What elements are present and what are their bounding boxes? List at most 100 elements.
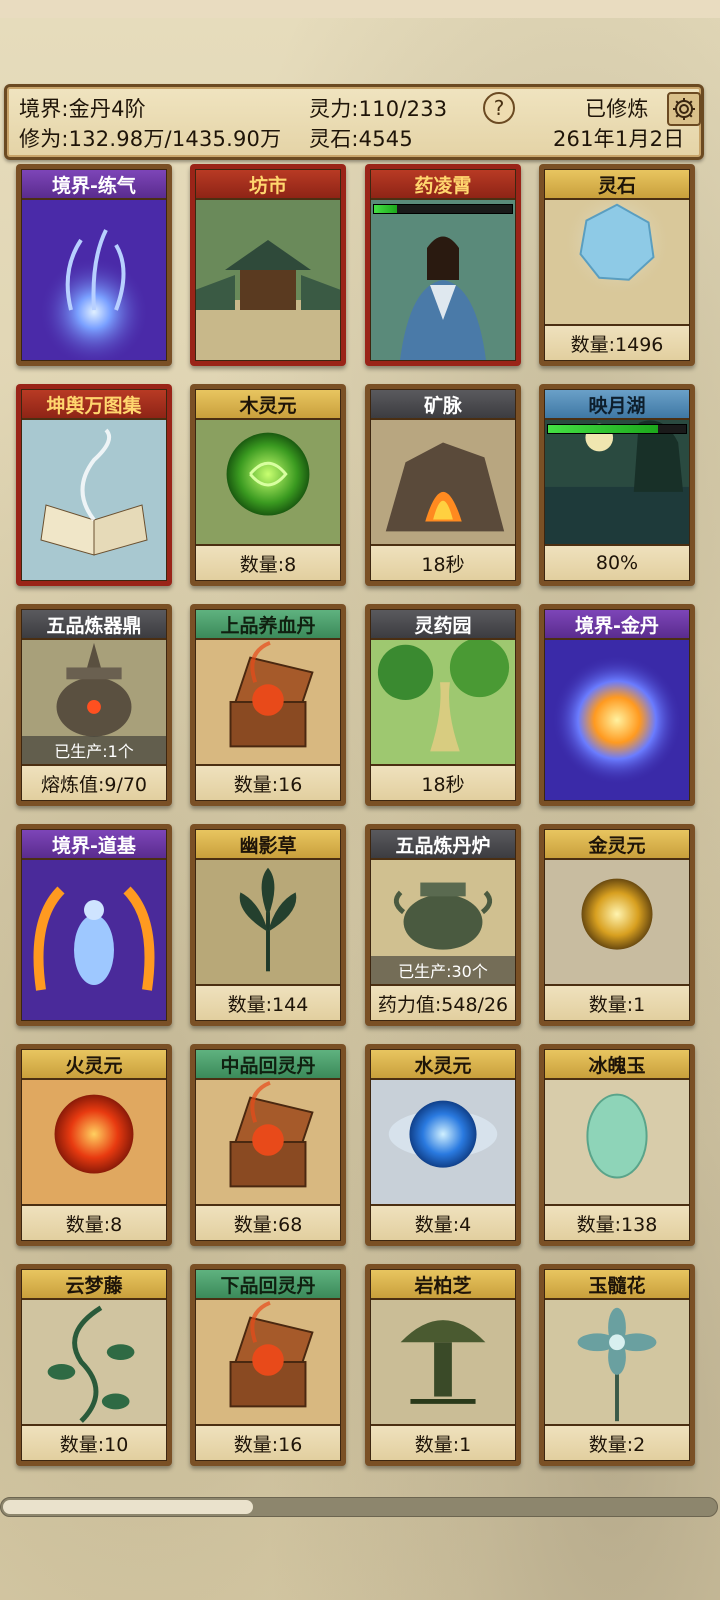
card-frame: 灵药园 18秒: [370, 609, 516, 801]
card-footer: 药力值:548/26: [371, 984, 515, 1020]
card-art-stone: [545, 200, 689, 324]
card-7[interactable]: 矿脉 18秒: [365, 384, 521, 586]
card-title: 境界-金丹: [545, 610, 689, 640]
card-footer: 18秒: [371, 544, 515, 580]
card-24[interactable]: 玉髓花 数量:2: [539, 1264, 695, 1466]
card-title: 药凌霄: [371, 170, 515, 200]
card-frame: 坊市: [195, 169, 341, 361]
card-art-book: [22, 420, 166, 580]
card-footer: 数量:10: [22, 1424, 166, 1460]
card-18[interactable]: 中品回灵丹 数量:68: [190, 1044, 346, 1246]
card-art-flower: [545, 1300, 689, 1424]
card-16[interactable]: 金灵元 数量:1: [539, 824, 695, 1026]
card-title: 境界-练气: [22, 170, 166, 200]
card-13[interactable]: 境界-道基: [16, 824, 172, 1026]
scrollbar-thumb[interactable]: [3, 1500, 253, 1514]
card-frame: 五品炼器鼎 已生产:1个 熔炼值:9/70: [21, 609, 167, 801]
card-6[interactable]: 木灵元数量:8: [190, 384, 346, 586]
card-9[interactable]: 五品炼器鼎 已生产:1个 熔炼值:9/70: [16, 604, 172, 806]
card-title: 木灵元: [196, 390, 340, 420]
card-art-garden: [371, 640, 515, 764]
card-title: 境界-道基: [22, 830, 166, 860]
card-art-fire-orb: [22, 1080, 166, 1204]
card-title: 幽影草: [196, 830, 340, 860]
card-title: 云梦藤: [22, 1270, 166, 1300]
card-20[interactable]: 冰魄玉数量:138: [539, 1044, 695, 1246]
card-art-mine: [371, 420, 515, 544]
card-title: 坤舆万图集: [22, 390, 166, 420]
card-title: 冰魄玉: [545, 1050, 689, 1080]
card-footer: 数量:8: [196, 544, 340, 580]
card-frame: 冰魄玉数量:138: [544, 1049, 690, 1241]
card-footer: 数量:16: [196, 1424, 340, 1460]
card-frame: 五品炼丹炉已生产:30个 药力值:548/26: [370, 829, 516, 1021]
card-art-gold-orb: [545, 860, 689, 984]
card-19[interactable]: 水灵元数量:4: [365, 1044, 521, 1246]
card-art-wood-orb: [196, 420, 340, 544]
card-17[interactable]: 火灵元数量:8: [16, 1044, 172, 1246]
card-2[interactable]: 坊市: [190, 164, 346, 366]
card-frame: 下品回灵丹数量:16: [195, 1269, 341, 1461]
card-footer: 18秒: [371, 764, 515, 800]
card-art-water-orb: [371, 1080, 515, 1204]
card-art-herb-dark: [196, 860, 340, 984]
card-footer: 数量:144: [196, 984, 340, 1020]
card-frame: 金灵元 数量:1: [544, 829, 690, 1021]
card-art-mushroom: [371, 1300, 515, 1424]
horizontal-scrollbar[interactable]: [0, 1497, 718, 1517]
card-frame: 幽影草数量:144: [195, 829, 341, 1021]
card-frame: 上品养血丹 数量:16: [195, 609, 341, 801]
card-footer: 数量:138: [545, 1204, 689, 1240]
card-frame: 中品回灵丹 数量:68: [195, 1049, 341, 1241]
card-10[interactable]: 上品养血丹 数量:16: [190, 604, 346, 806]
card-3[interactable]: 药凌霄: [365, 164, 521, 366]
card-title: 五品炼丹炉: [371, 830, 515, 860]
card-23[interactable]: 岩柏芝数量:1: [365, 1264, 521, 1466]
card-grid: 境界-练气 坊市 药凌霄 灵石 数量:1496 坤舆万图集 木灵元 数量:8 矿脉 18秒 映月湖 8…: [0, 0, 720, 1500]
produced-count: 已生产:1个: [22, 736, 166, 764]
card-frame: 灵石数量:1496: [544, 169, 690, 361]
card-15[interactable]: 五品炼丹炉已生产:30个 药力值:548/26: [365, 824, 521, 1026]
card-title: 火灵元: [22, 1050, 166, 1080]
card-title: 矿脉: [371, 390, 515, 420]
card-frame: 火灵元数量:8: [21, 1049, 167, 1241]
card-title: 岩柏芝: [371, 1270, 515, 1300]
progress-bar: [547, 424, 687, 434]
card-title: 灵药园: [371, 610, 515, 640]
card-5[interactable]: 坤舆万图集: [16, 384, 172, 586]
card-frame: 水灵元数量:4: [370, 1049, 516, 1241]
card-4[interactable]: 灵石数量:1496: [539, 164, 695, 366]
card-art-chest: [196, 1300, 340, 1424]
card-footer: 数量:8: [22, 1204, 166, 1240]
card-art-realm-dao: [22, 860, 166, 1020]
card-title: 灵石: [545, 170, 689, 200]
card-frame: 岩柏芝数量:1: [370, 1269, 516, 1461]
card-title: 上品养血丹: [196, 610, 340, 640]
card-12[interactable]: 境界-金丹: [539, 604, 695, 806]
card-footer: 数量:4: [371, 1204, 515, 1240]
produced-count: 已生产:30个: [371, 956, 515, 984]
card-22[interactable]: 下品回灵丹数量:16: [190, 1264, 346, 1466]
card-title: 金灵元: [545, 830, 689, 860]
card-title: 水灵元: [371, 1050, 515, 1080]
card-8[interactable]: 映月湖 80%: [539, 384, 695, 586]
card-frame: 药凌霄: [370, 169, 516, 361]
card-art-chest: [196, 640, 340, 764]
card-21[interactable]: 云梦藤数量:10: [16, 1264, 172, 1466]
card-title: 玉髓花: [545, 1270, 689, 1300]
card-footer: 数量:1496: [545, 324, 689, 360]
card-title: 五品炼器鼎: [22, 610, 166, 640]
card-14[interactable]: 幽影草数量:144: [190, 824, 346, 1026]
card-art-realm-gold: [545, 640, 689, 800]
card-1[interactable]: 境界-练气: [16, 164, 172, 366]
progress-bar: [373, 204, 513, 214]
card-frame: 境界-练气: [21, 169, 167, 361]
card-frame: 云梦藤数量:10: [21, 1269, 167, 1461]
card-frame: 矿脉 18秒: [370, 389, 516, 581]
card-title: 下品回灵丹: [196, 1270, 340, 1300]
card-footer: 数量:1: [371, 1424, 515, 1460]
card-art-market: [196, 200, 340, 360]
card-title: 映月湖: [545, 390, 689, 420]
card-frame: 木灵元数量:8: [195, 389, 341, 581]
card-11[interactable]: 灵药园 18秒: [365, 604, 521, 806]
